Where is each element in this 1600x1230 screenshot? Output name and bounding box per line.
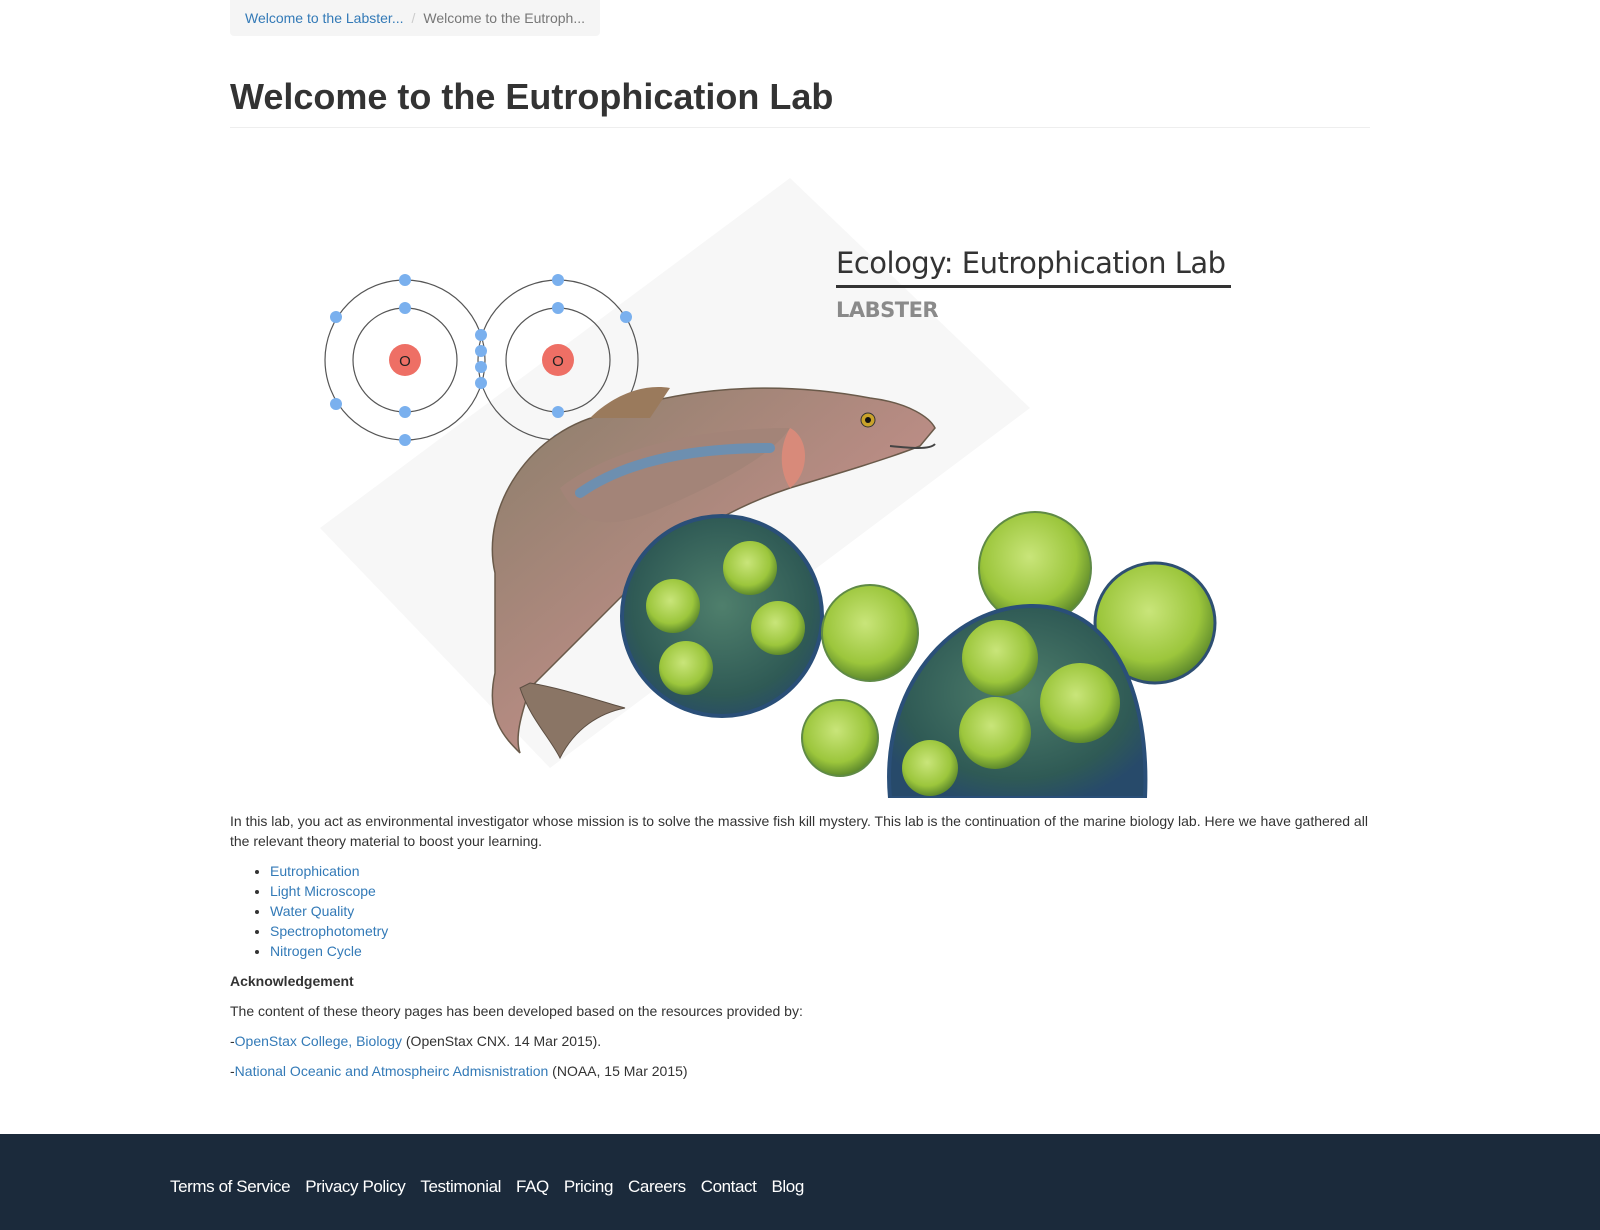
- topic-link-spectrophotometry[interactable]: Spectrophotometry: [270, 923, 388, 939]
- acknowledgement-intro: The content of these theory pages has be…: [230, 1003, 803, 1019]
- list-item: Nitrogen Cycle: [270, 941, 1370, 961]
- topic-link-nitrogen-cycle[interactable]: Nitrogen Cycle: [270, 943, 362, 959]
- footer-link-faq[interactable]: FAQ: [516, 1177, 549, 1197]
- source-link-openstax[interactable]: OpenStax College, Biology: [235, 1033, 402, 1049]
- breadcrumb-separator: /: [411, 10, 416, 26]
- source-link-noaa[interactable]: National Oceanic and Atmospheirc Admisni…: [235, 1063, 549, 1079]
- source-suffix: (NOAA, 15 Mar 2015): [548, 1063, 688, 1079]
- list-item: Eutrophication: [270, 861, 1370, 881]
- hero-title-underline: [836, 285, 1231, 288]
- breadcrumb-item-labster[interactable]: Welcome to the Labster...: [245, 9, 404, 27]
- topic-link-water-quality[interactable]: Water Quality: [270, 903, 354, 919]
- source-item: -OpenStax College, Biology (OpenStax CNX…: [230, 1031, 1370, 1051]
- source-item: -National Oceanic and Atmospheirc Admisn…: [230, 1061, 1370, 1081]
- page-title: Welcome to the Eutrophication Lab: [230, 76, 834, 117]
- footer-nav: Terms of Service Privacy Policy Testimon…: [170, 1177, 819, 1197]
- topic-link-light-microscope[interactable]: Light Microscope: [270, 883, 376, 899]
- atom-label: O: [399, 353, 411, 370]
- source-suffix: (OpenStax CNX. 14 Mar 2015).: [402, 1033, 602, 1049]
- hero-title: Ecology: Eutrophication Lab: [836, 246, 1226, 280]
- footer-link-terms[interactable]: Terms of Service: [170, 1177, 291, 1197]
- footer-link-pricing[interactable]: Pricing: [564, 1177, 614, 1197]
- main-container: Welcome to the Labster... / Welcome to t…: [230, 0, 1370, 1091]
- breadcrumb-item-current: Welcome to the Eutroph...: [423, 10, 585, 26]
- list-item: Light Microscope: [270, 881, 1370, 901]
- page-header: Welcome to the Eutrophication Lab: [230, 76, 1370, 128]
- list-item: Spectrophotometry: [270, 921, 1370, 941]
- acknowledgement-heading: Acknowledgement: [230, 973, 354, 989]
- topic-link-eutrophication[interactable]: Eutrophication: [270, 863, 360, 879]
- list-item: Water Quality: [270, 901, 1370, 921]
- page-content: In this lab, you act as environmental in…: [230, 811, 1370, 1081]
- footer-link-privacy[interactable]: Privacy Policy: [305, 1177, 406, 1197]
- footer-link-contact[interactable]: Contact: [701, 1177, 757, 1197]
- algae-colonies-illustration: [620, 511, 1217, 798]
- footer-link-testimonial[interactable]: Testimonial: [420, 1177, 501, 1197]
- breadcrumb: Welcome to the Labster... / Welcome to t…: [230, 0, 600, 36]
- topic-list: Eutrophication Light Microscope Water Qu…: [230, 861, 1370, 961]
- footer-link-careers[interactable]: Careers: [628, 1177, 686, 1197]
- hero-subtitle: LABSTER: [836, 298, 939, 322]
- footer-link-blog[interactable]: Blog: [771, 1177, 804, 1197]
- hero-banner-image: O O Ecology: Eutrophication Lab LABSTER: [230, 128, 1370, 798]
- hero-illustration: O O: [320, 178, 1217, 798]
- intro-paragraph: In this lab, you act as environmental in…: [230, 813, 1368, 849]
- site-footer: Terms of Service Privacy Policy Testimon…: [0, 1134, 1600, 1230]
- atom-label: O: [552, 353, 564, 370]
